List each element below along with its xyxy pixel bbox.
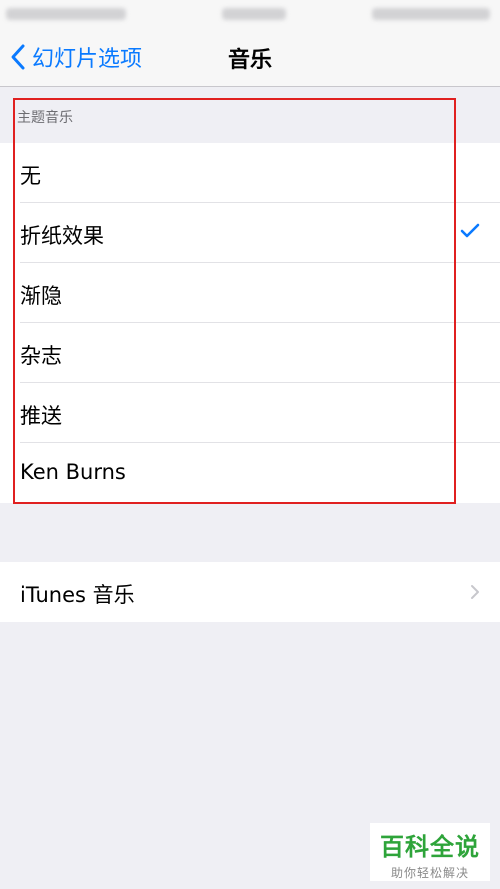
option-label: 折纸效果: [20, 224, 104, 248]
watermark-logo: 百科全说 助你轻松解决: [370, 823, 490, 881]
option-label: 推送: [20, 404, 62, 428]
option-row-dissolve[interactable]: 渐隐: [0, 263, 500, 323]
option-row-push[interactable]: 推送: [0, 383, 500, 443]
chevron-right-icon: [470, 584, 480, 600]
option-label: 杂志: [20, 344, 62, 368]
itunes-music-row[interactable]: iTunes 音乐: [0, 562, 500, 622]
checkmark-icon: [460, 223, 480, 239]
watermark-subtitle: 助你轻松解决: [390, 866, 469, 880]
option-row-origami[interactable]: 折纸效果: [0, 203, 500, 263]
section-header-theme-music: 主题音乐: [17, 110, 73, 126]
status-bar: [0, 0, 500, 28]
option-label: Ken Burns: [20, 460, 126, 484]
page-title: 音乐: [227, 48, 272, 73]
theme-music-list: 无 折纸效果 渐隐 杂志 推送 Ken Burns: [0, 143, 500, 503]
option-row-none[interactable]: 无: [0, 143, 500, 203]
navigation-bar: 幻灯片选项 音乐: [0, 28, 500, 87]
option-row-ken-burns[interactable]: Ken Burns: [0, 443, 500, 503]
status-carrier-blurred: [6, 8, 126, 20]
status-battery-blurred: [372, 8, 490, 20]
itunes-music-label: iTunes 音乐: [20, 583, 135, 607]
option-label: 渐隐: [20, 284, 62, 308]
option-row-magazine[interactable]: 杂志: [0, 323, 500, 383]
option-label: 无: [20, 164, 41, 188]
watermark-title: 百科全说: [380, 833, 480, 861]
status-time-blurred: [222, 8, 286, 20]
